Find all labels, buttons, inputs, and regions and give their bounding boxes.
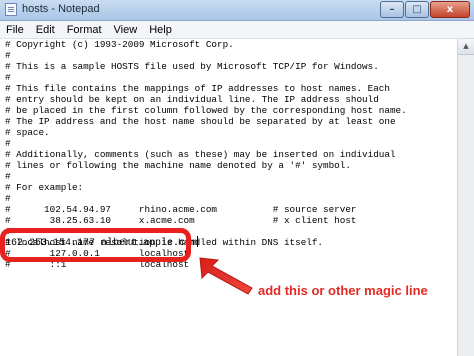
scroll-up-arrow-icon[interactable]: ▲: [458, 39, 474, 55]
text-editor[interactable]: # Copyright (c) 1993-2009 Microsoft Corp…: [0, 39, 458, 356]
menu-file[interactable]: File: [0, 24, 30, 36]
window-controls: – □ x: [379, 1, 470, 18]
minimize-button[interactable]: –: [380, 1, 404, 18]
window-title: hosts - Notepad: [22, 3, 100, 15]
notepad-icon: [5, 3, 17, 16]
annotation-label: add this or other magic line: [258, 283, 428, 298]
menu-format[interactable]: Format: [61, 24, 108, 36]
highlight-ring: [0, 228, 191, 262]
menu-help[interactable]: Help: [143, 24, 178, 36]
title-bar: hosts - Notepad – □ x: [0, 0, 474, 21]
menu-edit[interactable]: Edit: [30, 24, 61, 36]
menu-view[interactable]: View: [108, 24, 144, 36]
menu-bar: File Edit Format View Help: [0, 21, 474, 39]
vertical-scrollbar[interactable]: ▲: [457, 39, 474, 356]
text-caret: [197, 236, 199, 247]
close-button[interactable]: x: [430, 1, 470, 18]
maximize-button[interactable]: □: [405, 1, 429, 18]
